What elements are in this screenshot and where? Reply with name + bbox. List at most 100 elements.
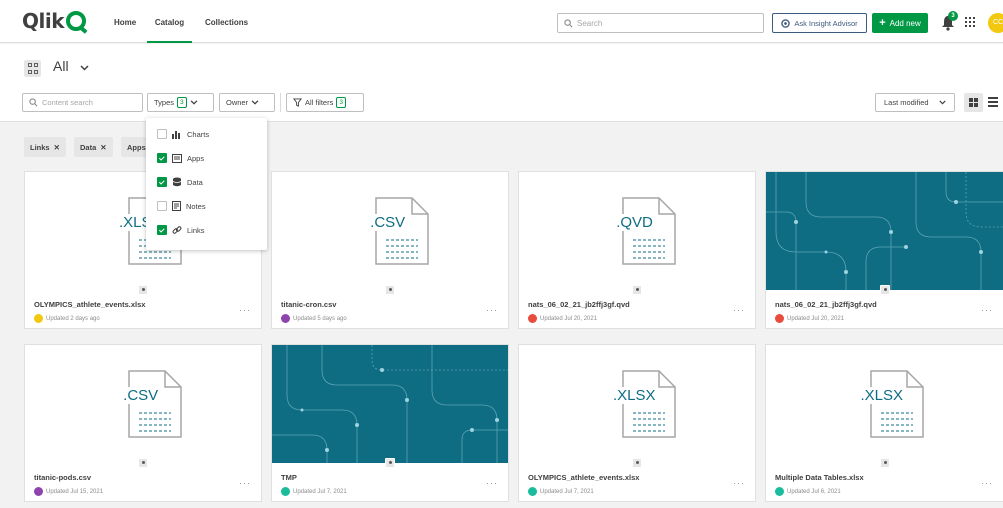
owner-label: Owner (226, 98, 249, 107)
file-extension: .XLSX (858, 387, 905, 404)
chevron-down-icon (190, 100, 197, 105)
types-dropdown-menu: Charts Apps Data Notes Links (146, 118, 267, 250)
owner-avatar (34, 487, 43, 496)
more-options-icon[interactable]: ··· (486, 478, 498, 488)
more-options-icon[interactable]: ··· (981, 478, 993, 488)
more-options-icon[interactable]: ··· (733, 305, 745, 315)
card-title[interactable]: nats_06_02_21_jb2ffj3gf.qvd (528, 300, 630, 309)
card-title[interactable]: OLYMPICS_athlete_events.xlsx (34, 300, 145, 309)
catalog-card[interactable]: TMP Updated Jul 7, 2021 ··· (271, 344, 509, 502)
types-count-badge: 3 (177, 97, 187, 108)
owner-avatar (281, 487, 290, 496)
space-selector[interactable]: All (53, 58, 69, 74)
owner-filter-button[interactable]: Owner (219, 93, 275, 112)
ask-insight-advisor-button[interactable]: Ask Insight Advisor (772, 13, 867, 33)
notification-badge: 3 (948, 11, 958, 21)
more-options-icon[interactable]: ··· (733, 478, 745, 488)
checkbox[interactable] (157, 201, 167, 211)
database-icon (172, 177, 182, 187)
global-search[interactable] (557, 13, 764, 33)
file-icon (375, 197, 429, 265)
catalog-card[interactable]: .XLSX Multiple Data Tables.xlsx Updated … (765, 344, 1003, 502)
type-option-links[interactable]: Links (157, 222, 205, 238)
all-filters-button[interactable]: All filters 3 (286, 93, 364, 112)
type-option-notes[interactable]: Notes (157, 198, 206, 214)
checkbox-checked[interactable] (157, 225, 167, 235)
more-options-icon[interactable]: ··· (486, 305, 498, 315)
card-meta: Updated Jul 7, 2021 (281, 487, 347, 496)
all-filters-count-badge: 3 (336, 97, 346, 108)
tab-home[interactable]: Home (114, 0, 136, 43)
catalog-card[interactable]: nats_06_02_21_jb2ffj3gf.qvd Updated Jul … (765, 171, 1003, 329)
content-search-input[interactable] (42, 98, 137, 107)
note-icon (172, 201, 181, 211)
checkbox[interactable] (157, 129, 167, 139)
more-options-icon[interactable]: ··· (239, 478, 251, 488)
types-filter-button[interactable]: Types 3 (147, 93, 214, 112)
type-option-data[interactable]: Data (157, 174, 203, 190)
sort-label: Last modified (884, 98, 929, 107)
owner-icon (632, 285, 642, 295)
top-nav: Qlik Home Catalog Collections Ask Insigh… (0, 0, 1003, 43)
catalog-card[interactable]: .XLSX OLYMPICS_athlete_events.xlsx Updat… (518, 344, 756, 502)
card-meta: Updated Jul 15, 2021 (34, 487, 103, 496)
option-label: Apps (187, 153, 205, 163)
apps-grid-icon[interactable] (965, 17, 975, 27)
card-meta: Updated Jul 7, 2021 (528, 487, 594, 496)
owner-icon (138, 285, 148, 295)
filter-chip-links[interactable]: Links ✕ (24, 137, 66, 157)
catalog-card[interactable]: .QVD nats_06_02_21_jb2ffj3gf.qvd Updated… (518, 171, 756, 329)
content-search[interactable] (22, 93, 143, 112)
file-icon (622, 370, 676, 438)
app-thumbnail (272, 345, 508, 463)
card-meta: Updated Jul 6, 2021 (775, 487, 841, 496)
owner-avatar (528, 314, 537, 323)
card-updated: Updated Jul 7, 2021 (540, 488, 594, 495)
card-title[interactable]: OLYMPICS_athlete_events.xlsx (528, 473, 639, 482)
add-new-button[interactable]: + Add new (872, 13, 928, 33)
tab-collections[interactable]: Collections (205, 0, 248, 43)
file-extension: .QVD (614, 214, 655, 231)
card-title[interactable]: TMP (281, 473, 297, 482)
close-icon[interactable]: ✕ (100, 143, 106, 152)
type-option-charts[interactable]: Charts (157, 126, 209, 142)
option-label: Data (187, 177, 203, 187)
tab-catalog[interactable]: Catalog (147, 0, 192, 43)
card-meta: Updated Jul 20, 2021 (775, 314, 844, 323)
app-icon (172, 153, 182, 163)
card-updated: Updated Jul 6, 2021 (787, 488, 841, 495)
user-avatar[interactable]: CC (988, 13, 1003, 33)
card-meta: Updated 5 days ago (281, 314, 347, 323)
filter-icon (293, 98, 302, 107)
card-title[interactable]: titanic-cron.csv (281, 300, 336, 309)
grid-view-toggle[interactable] (964, 93, 983, 112)
card-updated: Updated Jul 15, 2021 (46, 488, 104, 495)
chart-icon (172, 130, 180, 139)
card-title[interactable]: titanic-pods.csv (34, 473, 91, 482)
close-icon[interactable]: ✕ (54, 143, 60, 152)
sort-select[interactable]: Last modified (875, 93, 955, 112)
more-options-icon[interactable]: ··· (239, 305, 251, 315)
more-options-icon[interactable]: ··· (981, 305, 993, 315)
qlik-logo[interactable]: Qlik (22, 9, 87, 33)
search-icon (29, 98, 38, 107)
types-label: Types (154, 98, 175, 107)
catalog-card[interactable]: .CSV titanic-cron.csv Updated 5 days ago… (271, 171, 509, 329)
pattern-artwork (766, 172, 1003, 290)
type-option-apps[interactable]: Apps (157, 150, 204, 166)
all-filters-label: All filters (305, 98, 334, 107)
owner-icon (632, 458, 642, 468)
card-title[interactable]: nats_06_02_21_jb2ffj3gf.qvd (775, 300, 877, 309)
card-thumbnail: .CSV (25, 345, 261, 463)
file-extension: .CSV (368, 214, 408, 231)
card-updated: Updated Jul 7, 2021 (293, 488, 347, 495)
chip-label: Links (30, 142, 50, 152)
catalog-card[interactable]: .CSV titanic-pods.csv Updated Jul 15, 20… (24, 344, 262, 502)
chevron-down-icon[interactable] (80, 65, 89, 71)
filter-chip-data[interactable]: Data ✕ (74, 137, 113, 157)
global-search-input[interactable] (577, 18, 747, 28)
card-title[interactable]: Multiple Data Tables.xlsx (775, 473, 864, 482)
list-view-toggle[interactable] (988, 97, 998, 107)
checkbox-checked[interactable] (157, 177, 167, 187)
checkbox-checked[interactable] (157, 153, 167, 163)
